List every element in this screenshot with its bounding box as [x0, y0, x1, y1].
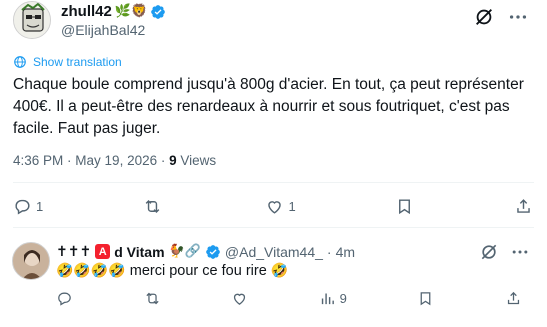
globe-icon	[14, 56, 26, 68]
reply-reply-button[interactable]	[56, 290, 73, 307]
reply-views-button[interactable]: 9	[319, 290, 347, 307]
reply-button[interactable]: 1	[13, 197, 43, 216]
reply-text-row: 🤣🤣🤣🤣 merci pour ce fou rire 🤣	[56, 263, 288, 279]
reply-icon	[58, 292, 71, 306]
show-translation-label[interactable]: Show translation	[33, 55, 122, 69]
author-name-row[interactable]: zhull42 🌿🦁	[61, 3, 166, 20]
share-button[interactable]	[514, 197, 533, 216]
reply-age[interactable]: 4m	[336, 244, 355, 260]
verified-badge-icon	[206, 244, 220, 259]
show-translation-link[interactable]: Show translation	[13, 55, 122, 69]
divider	[13, 182, 534, 183]
author-avatar[interactable]	[13, 1, 51, 39]
reply-avatar[interactable]	[12, 242, 50, 280]
tweet-meta: 4:36 PM · May 19, 2026 · 9 Views	[13, 153, 217, 168]
share-icon	[507, 291, 520, 305]
reply-name-row[interactable]: ✝✝✝ A d Vitam 🐓🔗 @Ad_Vitam44_ · 4m	[56, 243, 355, 260]
more-icon[interactable]	[510, 242, 530, 262]
bookmark-icon	[399, 199, 411, 215]
reply-handle[interactable]: @Ad_Vitam44_	[225, 244, 323, 260]
reply-name-letter-badge: A	[95, 244, 111, 259]
like-button[interactable]: 1	[265, 197, 296, 216]
author-handle[interactable]: @ElijahBal42	[61, 22, 145, 38]
like-icon	[268, 201, 282, 214]
repost-icon	[145, 199, 160, 214]
reply-name[interactable]: d Vitam	[114, 244, 164, 260]
grok-icon[interactable]	[479, 242, 499, 262]
reply-emoji-lead: 🤣🤣🤣🤣	[56, 263, 126, 279]
reply-icon	[15, 199, 30, 215]
repost-button[interactable]	[143, 197, 166, 216]
reply-name-prefix: ✝✝✝	[56, 243, 92, 259]
tweet-date[interactable]: May 19, 2026	[75, 153, 157, 168]
like-icon	[233, 293, 246, 305]
bookmark-icon	[421, 292, 431, 306]
reply-separator: ·	[326, 243, 332, 260]
reply-bookmark-button[interactable]	[417, 290, 434, 307]
reply-text: merci pour ce fou rire	[129, 263, 267, 279]
author-name-emojis: 🌿🦁	[114, 4, 148, 19]
views-count: 9	[169, 153, 177, 168]
repost-icon	[145, 292, 159, 305]
views-icon	[321, 293, 334, 305]
divider	[13, 227, 534, 228]
reply-repost-button[interactable]	[144, 290, 161, 307]
tweet-time[interactable]: 4:36 PM	[13, 153, 63, 168]
reply-share-button[interactable]	[505, 290, 522, 307]
reply-count: 1	[36, 199, 44, 214]
more-icon[interactable]	[507, 6, 529, 28]
reply-views-count: 9	[339, 291, 347, 306]
bookmark-button[interactable]	[395, 197, 414, 216]
reply-name-emojis: 🐓🔗	[168, 244, 201, 259]
tweet-actions: 1 1	[13, 197, 533, 216]
reply-actions: 9	[56, 290, 522, 307]
reply-like-button[interactable]	[231, 290, 248, 307]
views-label: Views	[180, 153, 217, 168]
tweet-text: Chaque boule comprend jusqu'à 800g d'aci…	[13, 76, 524, 137]
reply-emoji-trail: 🤣	[270, 263, 289, 279]
like-count: 1	[288, 199, 296, 214]
author-name[interactable]: zhull42	[61, 3, 112, 20]
share-icon	[517, 199, 530, 213]
verified-badge-icon	[151, 4, 166, 19]
grok-icon[interactable]	[473, 6, 495, 28]
